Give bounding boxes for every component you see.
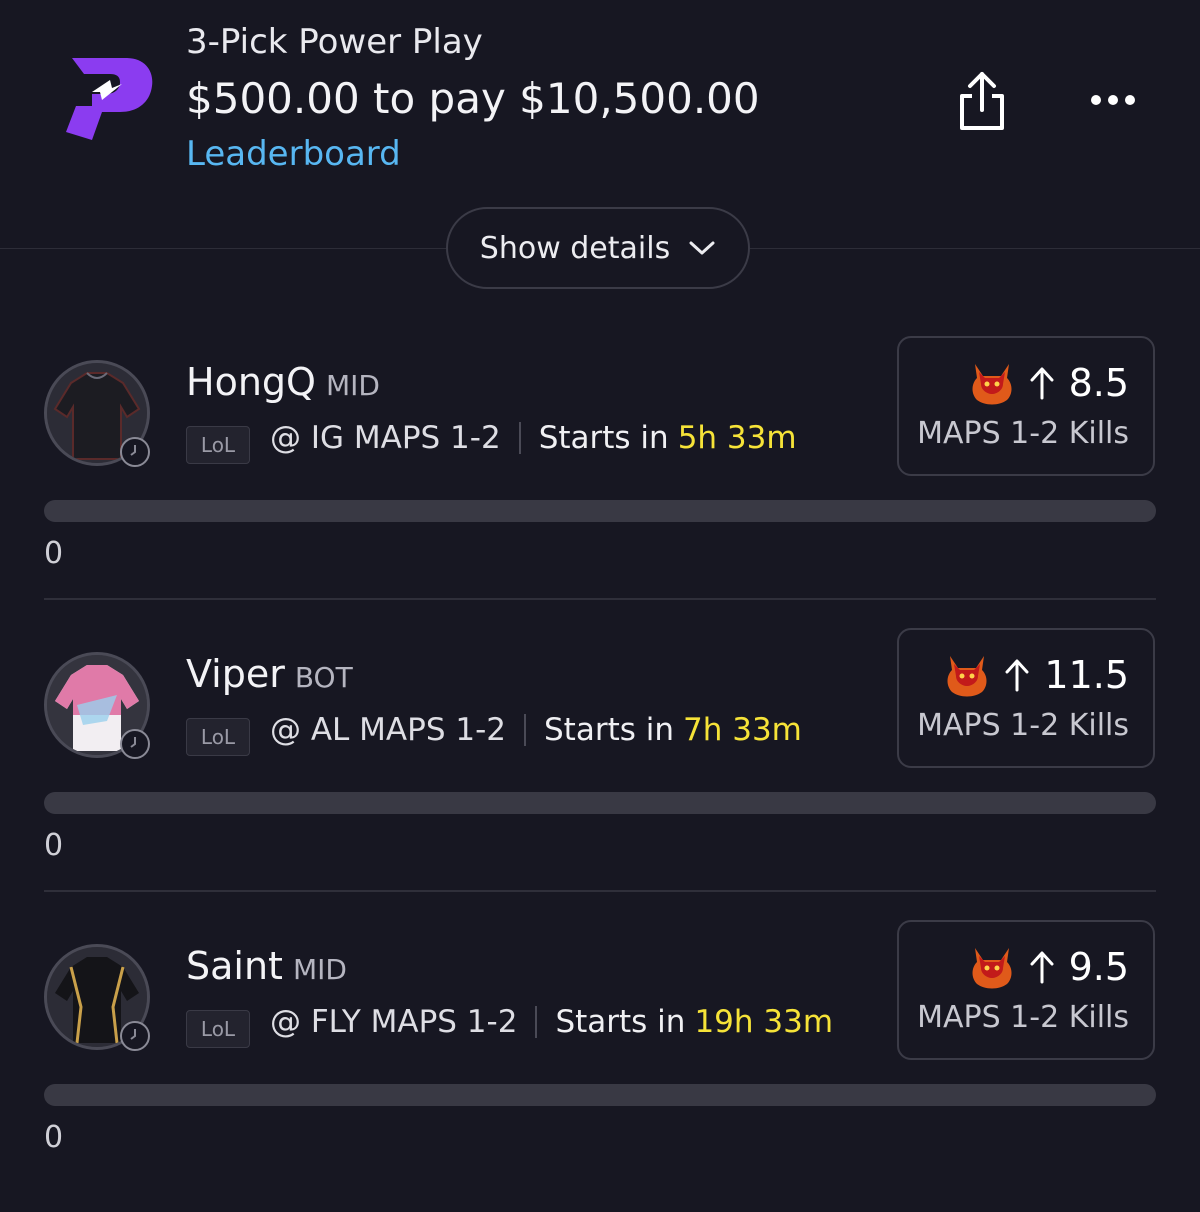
pick-divider <box>44 598 1156 600</box>
contest-title: 3-Pick Power Play <box>186 22 483 62</box>
matchup-text: @ FLY MAPS 1-2 <box>270 1004 518 1040</box>
projection-line-row: 9.5 <box>969 944 1129 990</box>
player-position: MID <box>325 369 380 402</box>
demon-icon <box>947 656 987 697</box>
payout-text: $500.00 to pay $10,500.00 <box>186 74 760 123</box>
game-info: @ AL MAPS 1-2 Starts in 7h 33m <box>270 712 802 748</box>
current-score: 0 <box>44 1120 64 1155</box>
starts-label: Starts in <box>544 712 674 748</box>
starts-time: 5h 33m <box>677 420 797 456</box>
pick-card: Viper BOT LoL @ AL MAPS 1-2 Starts in 7h … <box>0 628 1200 920</box>
game-info: @ FLY MAPS 1-2 Starts in 19h 33m <box>270 1004 833 1040</box>
current-score: 0 <box>44 536 64 571</box>
demon-icon <box>972 364 1012 405</box>
clock-icon <box>120 437 150 467</box>
player-position: MID <box>292 953 347 986</box>
projection-line: 8.5 <box>1068 361 1129 405</box>
pick-card: Saint MID LoL @ FLY MAPS 1-2 Starts in 19… <box>0 920 1200 1212</box>
projection-line: 11.5 <box>1044 653 1129 697</box>
pick-divider <box>44 890 1156 892</box>
progress-bar <box>44 500 1156 522</box>
player-position: BOT <box>294 661 353 694</box>
more-options-button[interactable] <box>1082 84 1144 116</box>
league-badge: LoL <box>186 718 250 756</box>
starts-label: Starts in <box>538 420 669 456</box>
projection-line: 9.5 <box>1068 945 1129 989</box>
player-name-row: Viper BOT <box>186 652 353 696</box>
arrow-up-icon <box>1005 659 1029 692</box>
more-horizontal-icon <box>1091 95 1135 105</box>
starts-time: 7h 33m <box>683 712 802 748</box>
pick-card: HongQ MID LoL @ IG MAPS 1-2 Starts in 5h … <box>0 336 1200 628</box>
show-details-button[interactable]: Show details <box>446 207 750 289</box>
matchup-text: @ IG MAPS 1-2 <box>270 420 501 456</box>
league-badge: LoL <box>186 426 250 464</box>
leaderboard-link[interactable]: Leaderboard <box>186 134 401 174</box>
player-name: HongQ <box>186 360 316 404</box>
separator <box>524 714 526 746</box>
separator <box>518 422 521 454</box>
chevron-down-icon <box>689 241 715 255</box>
projection-line-row: 11.5 <box>944 652 1129 698</box>
current-score: 0 <box>44 828 64 863</box>
player-name-row: HongQ MID <box>186 360 380 404</box>
progress-bar <box>44 1084 1156 1106</box>
league-badge: LoL <box>186 1010 250 1048</box>
game-info: @ IG MAPS 1-2 Starts in 5h 33m <box>270 420 797 456</box>
prizepicks-logo-icon <box>62 54 158 146</box>
separator <box>535 1006 538 1038</box>
projection-card[interactable]: 9.5 MAPS 1-2 Kills <box>897 920 1155 1060</box>
projection-line-row: 8.5 <box>969 360 1129 406</box>
matchup-text: @ AL MAPS 1-2 <box>270 712 506 748</box>
arrow-up-icon <box>1030 367 1054 400</box>
starts-label: Starts in <box>555 1004 686 1040</box>
player-name-row: Saint MID <box>186 944 347 988</box>
arrow-up-icon <box>1030 951 1054 984</box>
clock-icon <box>120 729 150 759</box>
projection-card[interactable]: 8.5 MAPS 1-2 Kills <box>897 336 1155 476</box>
player-name: Viper <box>186 652 285 696</box>
player-name: Saint <box>186 944 283 988</box>
progress-bar <box>44 792 1156 814</box>
share-button[interactable] <box>952 70 1012 134</box>
projection-card[interactable]: 11.5 MAPS 1-2 Kills <box>897 628 1155 768</box>
clock-icon <box>120 1021 150 1051</box>
stat-type: MAPS 1-2 Kills <box>917 1000 1129 1035</box>
stat-type: MAPS 1-2 Kills <box>917 708 1129 743</box>
share-icon <box>960 72 1004 130</box>
show-details-label: Show details <box>479 230 671 266</box>
demon-icon <box>972 948 1012 989</box>
stat-type: MAPS 1-2 Kills <box>917 416 1129 451</box>
starts-time: 19h 33m <box>694 1004 834 1040</box>
